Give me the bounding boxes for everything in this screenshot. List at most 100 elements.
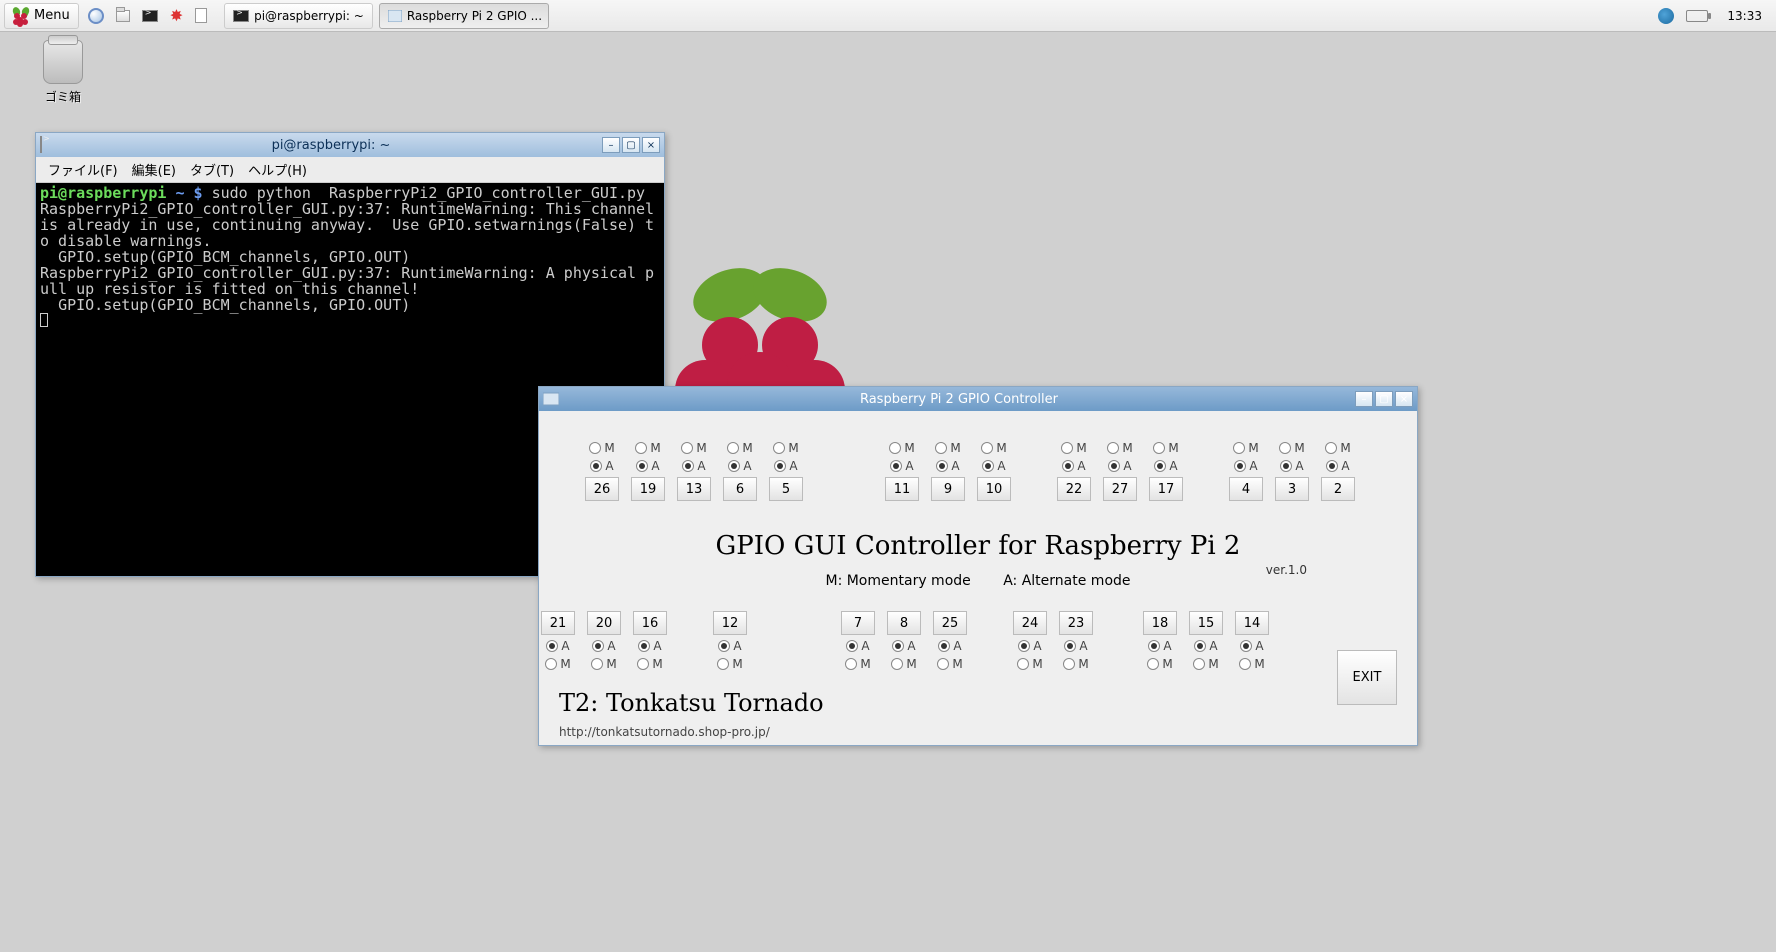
pin-20-button[interactable]: 20 [587,611,621,635]
mode-a-radio[interactable]: A [1194,639,1217,653]
mode-m-radio[interactable]: M [773,441,798,455]
mode-a-radio[interactable]: A [1326,459,1349,473]
pin-13-button[interactable]: 13 [677,477,711,501]
mode-m-radio[interactable]: M [1153,441,1178,455]
mode-a-radio[interactable]: A [682,459,705,473]
mode-m-radio[interactable]: M [717,657,742,671]
mode-a-radio[interactable]: A [1280,459,1303,473]
mode-m-radio[interactable]: M [937,657,962,671]
tray-bluebird[interactable] [1655,3,1677,29]
menu-tabs[interactable]: タブ(T) [184,158,240,181]
pin-15-button[interactable]: 15 [1189,611,1223,635]
quicklaunch-wolfram[interactable] [192,3,210,29]
pin-17-button[interactable]: 17 [1149,477,1183,501]
mode-m-radio[interactable]: M [1233,441,1258,455]
pin-19-button[interactable]: 19 [631,477,665,501]
mode-m-radio[interactable]: M [637,657,662,671]
clock[interactable]: 13:33 [1717,9,1772,23]
pin-7-button[interactable]: 7 [841,611,875,635]
mode-m-radio[interactable]: M [889,441,914,455]
mode-m-radio[interactable]: M [681,441,706,455]
mode-m-radio[interactable]: M [589,441,614,455]
mode-m-radio[interactable]: M [1017,657,1042,671]
mode-a-radio[interactable]: A [982,459,1005,473]
pin-4-button[interactable]: 4 [1229,477,1263,501]
mode-m-radio[interactable]: M [1107,441,1132,455]
pin-10-button[interactable]: 10 [977,477,1011,501]
terminal-titlebar[interactable]: pi@raspberrypi: ~ – ▢ × [36,133,664,157]
menu-edit[interactable]: 編集(E) [126,158,182,181]
mode-a-radio[interactable]: A [1234,459,1257,473]
mode-m-radio[interactable]: M [1325,441,1350,455]
mode-a-radio[interactable]: A [590,459,613,473]
mode-m-radio[interactable]: M [1279,441,1304,455]
pin-14-button[interactable]: 14 [1235,611,1269,635]
pin-11-button[interactable]: 11 [885,477,919,501]
close-button[interactable]: × [642,137,660,153]
pin-21-button[interactable]: 21 [541,611,575,635]
mode-a-radio[interactable]: A [936,459,959,473]
mode-m-radio[interactable]: M [845,657,870,671]
menu-file[interactable]: ファイル(F) [42,158,124,181]
mode-m-radio[interactable]: M [1061,441,1086,455]
quicklaunch-browser[interactable] [85,3,107,29]
quicklaunch-files[interactable] [113,3,133,29]
mode-m-radio[interactable]: M [935,441,960,455]
pin-18-button[interactable]: 18 [1143,611,1177,635]
gpio-titlebar[interactable]: Raspberry Pi 2 GPIO Controller – ▢ × [539,387,1417,411]
tray-battery[interactable] [1683,3,1711,29]
pin-3-button[interactable]: 3 [1275,477,1309,501]
mode-m-radio[interactable]: M [635,441,660,455]
maximize-button[interactable]: ▢ [622,137,640,153]
task-item-1[interactable]: Raspberry Pi 2 GPIO ... [379,3,549,29]
mode-m-radio[interactable]: M [1147,657,1172,671]
mode-a-radio[interactable]: A [892,639,915,653]
mode-m-radio[interactable]: M [1239,657,1264,671]
exit-button[interactable]: EXIT [1337,650,1397,705]
maximize-button[interactable]: ▢ [1375,391,1393,407]
pin-2-button[interactable]: 2 [1321,477,1355,501]
mode-a-radio[interactable]: A [774,459,797,473]
mode-a-radio[interactable]: A [592,639,615,653]
minimize-button[interactable]: – [1355,391,1373,407]
pin-8-button[interactable]: 8 [887,611,921,635]
close-button[interactable]: × [1395,391,1413,407]
mode-a-radio[interactable]: A [1148,639,1171,653]
pin-23-button[interactable]: 23 [1059,611,1093,635]
task-item-0[interactable]: pi@raspberrypi: ~ [224,3,373,29]
pin-16-button[interactable]: 16 [633,611,667,635]
mode-a-radio[interactable]: A [938,639,961,653]
mode-m-radio[interactable]: M [545,657,570,671]
mode-m-radio[interactable]: M [1193,657,1218,671]
quicklaunch-mathematica[interactable]: ✸ [167,3,186,29]
mode-a-radio[interactable]: A [846,639,869,653]
mode-a-radio[interactable]: A [1062,459,1085,473]
mode-m-radio[interactable]: M [727,441,752,455]
mode-a-radio[interactable]: A [546,639,569,653]
mode-a-radio[interactable]: A [1154,459,1177,473]
pin-9-button[interactable]: 9 [931,477,965,501]
pin-5-button[interactable]: 5 [769,477,803,501]
mode-m-radio[interactable]: M [981,441,1006,455]
pin-25-button[interactable]: 25 [933,611,967,635]
mode-a-radio[interactable]: A [1108,459,1131,473]
pin-24-button[interactable]: 24 [1013,611,1047,635]
mode-a-radio[interactable]: A [718,639,741,653]
mode-m-radio[interactable]: M [891,657,916,671]
pin-26-button[interactable]: 26 [585,477,619,501]
mode-a-radio[interactable]: A [636,459,659,473]
mode-a-radio[interactable]: A [638,639,661,653]
pin-6-button[interactable]: 6 [723,477,757,501]
desktop-trash[interactable]: ゴミ箱 [27,40,99,105]
mode-m-radio[interactable]: M [1063,657,1088,671]
mode-a-radio[interactable]: A [1240,639,1263,653]
menu-button[interactable]: Menu [4,3,79,29]
mode-m-radio[interactable]: M [591,657,616,671]
mode-a-radio[interactable]: A [1064,639,1087,653]
minimize-button[interactable]: – [602,137,620,153]
mode-a-radio[interactable]: A [890,459,913,473]
menu-help[interactable]: ヘルプ(H) [242,158,313,181]
mode-a-radio[interactable]: A [728,459,751,473]
pin-27-button[interactable]: 27 [1103,477,1137,501]
mode-a-radio[interactable]: A [1018,639,1041,653]
